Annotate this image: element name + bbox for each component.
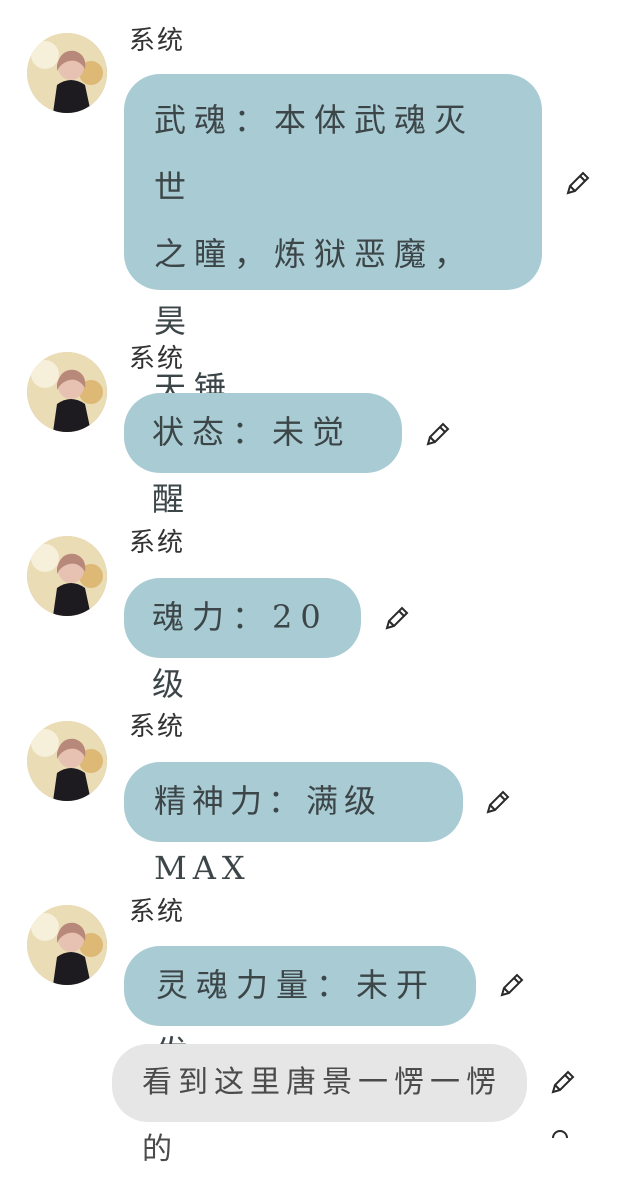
message-bubble[interactable]: 状态：未觉醒 xyxy=(124,393,402,518)
avatar-image xyxy=(27,721,107,801)
avatar[interactable] xyxy=(27,721,107,801)
pencil-icon[interactable] xyxy=(423,419,453,449)
sender-name: 系统 xyxy=(129,712,186,742)
pencil-icon[interactable] xyxy=(497,970,527,1000)
message-bubble[interactable]: 灵魂力量：未开发 xyxy=(124,946,476,1071)
pencil-icon[interactable] xyxy=(563,168,593,198)
message-bubble[interactable]: 精神力：满级MAX xyxy=(124,762,463,887)
avatar[interactable] xyxy=(27,536,107,616)
sender-name: 系统 xyxy=(129,528,186,558)
sender-name: 系统 xyxy=(129,26,186,56)
avatar[interactable] xyxy=(27,352,107,432)
message-bubble[interactable]: 魂力：20级 xyxy=(124,578,361,703)
pencil-icon[interactable] xyxy=(548,1067,578,1097)
partial-icon xyxy=(552,1130,568,1138)
message-bubble[interactable]: 武魂：本体武魂灭世 之瞳，炼狱恶魔，昊 天锤 xyxy=(124,74,542,407)
sender-name: 系统 xyxy=(129,344,186,374)
message-1: 系统 武魂：本体武魂灭世 之瞳，炼狱恶魔，昊 天锤 xyxy=(0,0,640,407)
pencil-icon[interactable] xyxy=(483,787,513,817)
avatar-image xyxy=(27,352,107,432)
pencil-icon[interactable] xyxy=(382,603,412,633)
avatar-image xyxy=(27,905,107,985)
narration-bubble[interactable]: 看到这里唐景一愣一愣的 xyxy=(112,1044,527,1167)
sender-name: 系统 xyxy=(129,897,186,927)
avatar[interactable] xyxy=(27,33,107,113)
avatar[interactable] xyxy=(27,905,107,985)
avatar-image xyxy=(27,536,107,616)
avatar-image xyxy=(27,33,107,113)
